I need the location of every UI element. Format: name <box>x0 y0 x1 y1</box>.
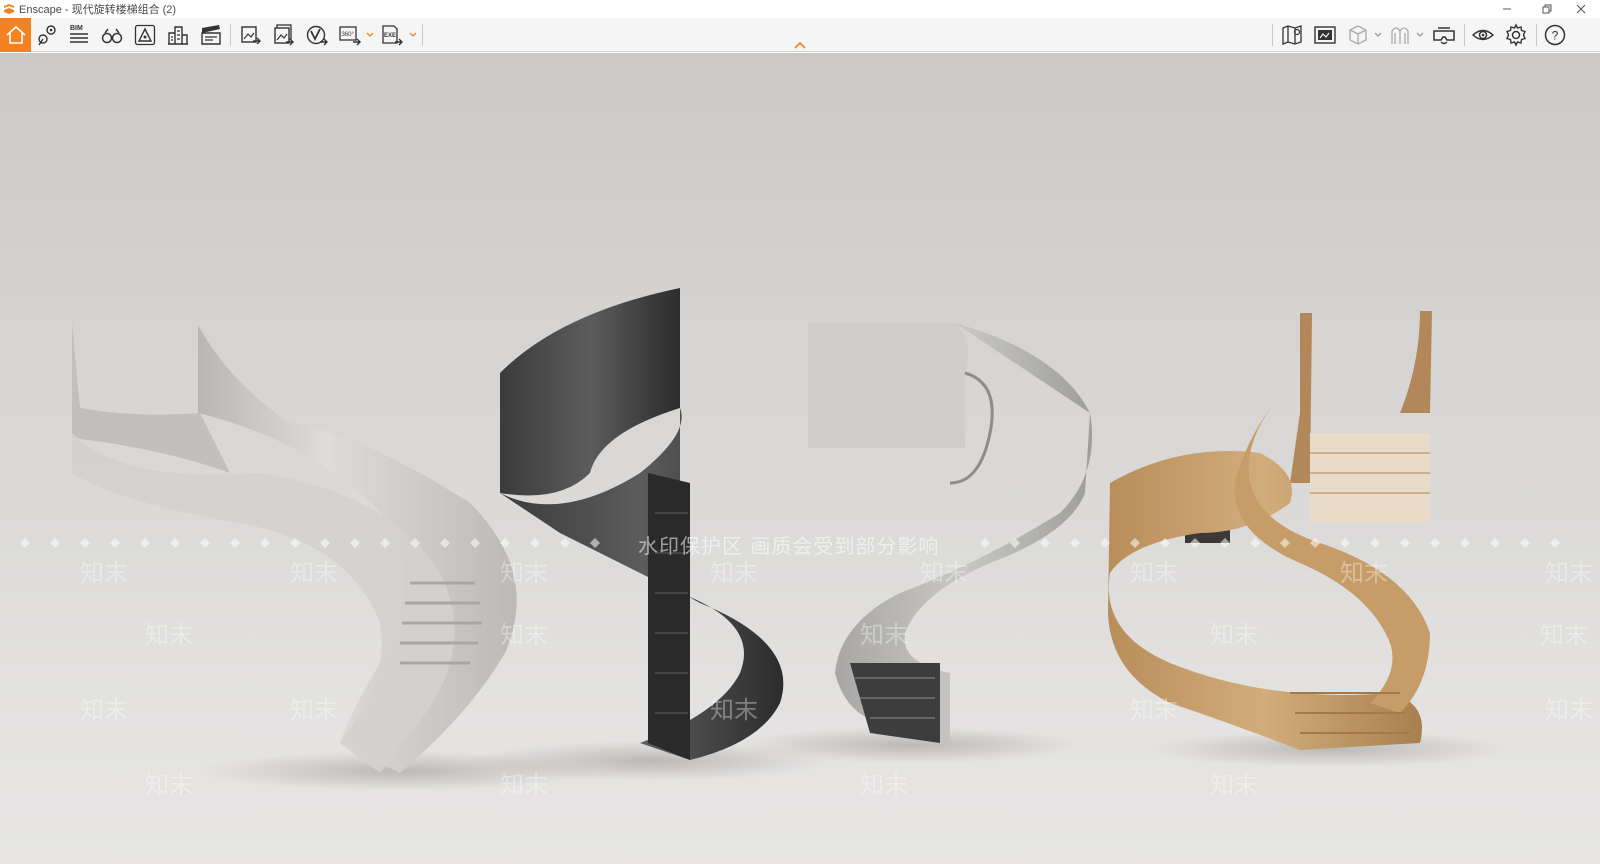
binoculars-button[interactable] <box>97 20 127 50</box>
watermark-logo: 知末 <box>500 621 548 649</box>
bim-icon: BIM <box>70 25 88 43</box>
exe-export-button[interactable]: EXE <box>377 20 407 50</box>
watermark-logo: 知末 <box>1130 559 1178 587</box>
watermark-logo: 知末 <box>1545 696 1593 724</box>
watermark-logo: 知末 <box>710 696 758 724</box>
map-icon <box>1282 25 1302 45</box>
pillars-button[interactable] <box>1385 20 1415 50</box>
collapse-toolbar-chevron-up-icon[interactable] <box>791 39 809 51</box>
web-standalone-button[interactable] <box>302 20 332 50</box>
pillars-dropdown-chevron-icon[interactable] <box>1416 30 1424 40</box>
asset-library-button[interactable] <box>163 20 193 50</box>
exe-export-icon: EXE <box>382 25 403 46</box>
watermark-logo: 知末 <box>860 621 908 649</box>
watermark-logo: 知末 <box>290 696 338 724</box>
help-label: ? <box>1552 29 1559 43</box>
watermark-text: 水印保护区 画质会受到部分影响 <box>638 534 940 558</box>
watermark-logo: 知末 <box>1210 621 1258 649</box>
vr-headset-button[interactable] <box>1429 20 1459 50</box>
binoculars-icon <box>101 28 123 44</box>
render-image-icon <box>241 26 261 45</box>
watermark-logo: 知末 <box>80 696 128 724</box>
home-icon <box>5 25 26 44</box>
visual-settings-button[interactable] <box>1468 20 1498 50</box>
map-pin-icon <box>38 25 56 46</box>
vr-export-icon <box>306 25 328 46</box>
video-editor-button[interactable] <box>196 20 226 50</box>
watermark-logo: 知末 <box>290 559 338 587</box>
vr-headset-icon <box>1433 27 1455 45</box>
exe-label: EXE <box>384 33 396 39</box>
watermark-logo: 知末 <box>500 559 548 587</box>
bim-label: BIM <box>70 25 83 32</box>
atlas-icon <box>1314 26 1336 44</box>
panorama-button[interactable]: 360° <box>335 20 365 50</box>
watermark-logo: 知末 <box>1340 559 1388 587</box>
panorama-dropdown-chevron-icon[interactable] <box>366 30 374 40</box>
render-image-button[interactable] <box>236 20 266 50</box>
bim-button[interactable]: BIM <box>64 20 94 50</box>
cube-icon <box>1349 25 1367 45</box>
watermark-logo: 知末 <box>1545 559 1593 587</box>
wood-spiral-staircase <box>1108 311 1432 750</box>
window-title: Enscape - 现代旋转楼梯组合 (2) <box>19 4 177 16</box>
watermark-logo: 知末 <box>145 771 193 799</box>
toolbar-separator <box>230 24 231 46</box>
batch-render-button[interactable] <box>269 20 299 50</box>
staircase-render: 知末 知末 知末 知末 知末 知末 知末 知末 知末 知末 知末 知末 知末 知… <box>20 288 1593 799</box>
watermark-logo: 知末 <box>1540 621 1588 649</box>
cube-button[interactable] <box>1343 20 1373 50</box>
pillars-icon <box>1391 27 1409 44</box>
home-button[interactable] <box>0 18 31 52</box>
enscape-logo-icon <box>2 2 16 16</box>
toolbar-separator <box>422 24 423 46</box>
dark-spiral-staircase <box>500 288 784 760</box>
eye-icon <box>1471 29 1495 41</box>
toolbar-separator <box>1464 24 1465 46</box>
map-button[interactable] <box>1277 20 1307 50</box>
watermark-logo: 知末 <box>500 771 548 799</box>
help-button[interactable]: ? <box>1540 20 1570 50</box>
views-button[interactable] <box>32 20 62 50</box>
panorama-360-label: 360° <box>342 32 355 38</box>
watermark-logo: 知末 <box>710 559 758 587</box>
toolbar-separator <box>1536 24 1537 46</box>
title-bar: Enscape - 现代旋转楼梯组合 (2) <box>0 0 1600 18</box>
watermark-logo: 知末 <box>1210 771 1258 799</box>
watermark-logo: 知末 <box>80 559 128 587</box>
buildings-icon <box>168 26 188 45</box>
help-icon: ? <box>1544 24 1566 46</box>
gear-icon <box>1506 23 1526 47</box>
exe-dropdown-chevron-icon[interactable] <box>409 30 417 40</box>
restore-button[interactable] <box>1528 0 1566 18</box>
watermark-logo: 知末 <box>860 771 908 799</box>
watermark-logo: 知末 <box>1130 696 1178 724</box>
cube-dropdown-chevron-icon[interactable] <box>1374 30 1382 40</box>
toolbar-separator <box>1272 24 1273 46</box>
close-button[interactable] <box>1562 0 1600 18</box>
atlas-button[interactable] <box>1310 20 1340 50</box>
minimize-button[interactable] <box>1488 0 1526 18</box>
watermark-logo: 知末 <box>920 559 968 587</box>
navigation-button[interactable] <box>130 20 160 50</box>
watermark-logo: 知末 <box>145 621 193 649</box>
batch-render-icon <box>274 24 294 46</box>
triangle-icon <box>134 24 156 46</box>
render-viewport[interactable]: 知末 知末 知末 知末 知末 知末 知末 知末 知末 知末 知末 知末 知末 知… <box>0 53 1600 864</box>
clapper-icon <box>201 25 221 45</box>
panorama-360-icon: 360° <box>339 26 361 46</box>
settings-button[interactable] <box>1501 20 1531 50</box>
